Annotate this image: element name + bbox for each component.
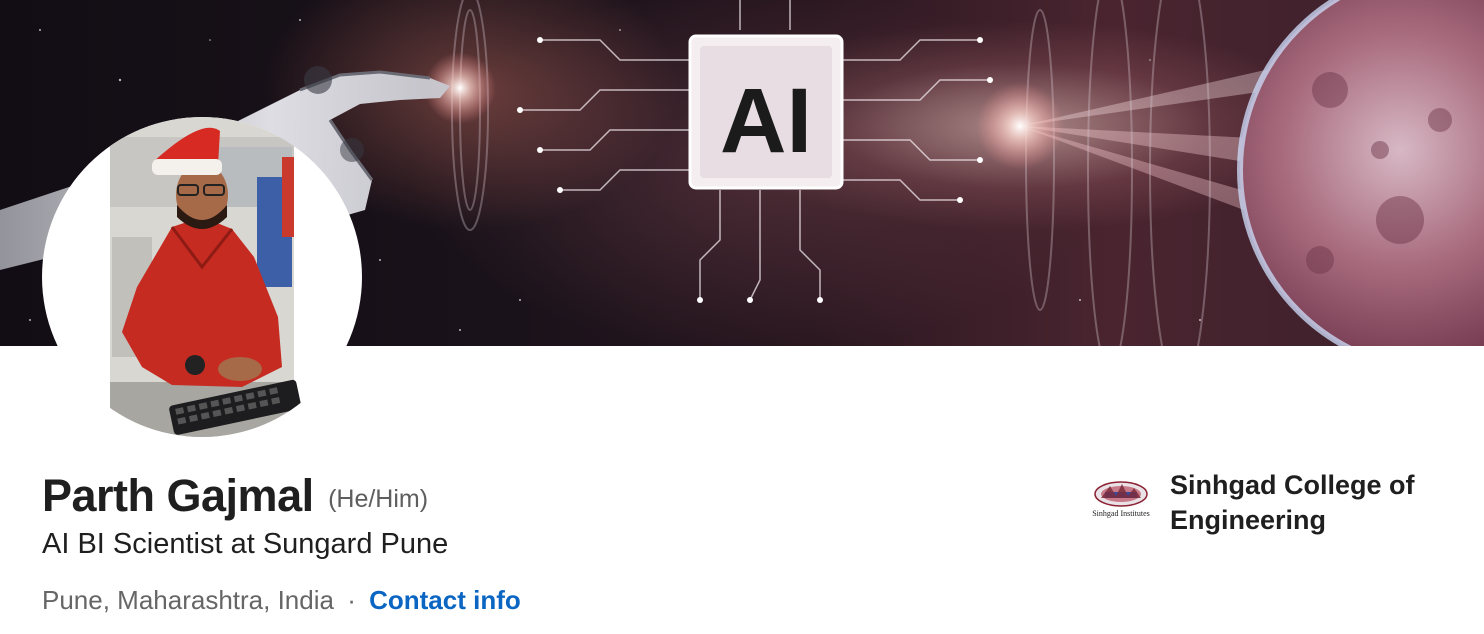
school-logo-icon: Sinhgad Institutes — [1092, 481, 1150, 518]
svg-text:AI: AI — [720, 70, 812, 172]
contact-info-link[interactable]: Contact info — [369, 585, 521, 615]
school-logo-caption: Sinhgad Institutes — [1092, 509, 1150, 518]
profile-name: Parth Gajmal — [42, 470, 314, 521]
name-row: Parth Gajmal (He/Him) — [42, 470, 428, 522]
profile-pronouns: (He/Him) — [328, 485, 429, 513]
education-entry[interactable]: Sinhgad Institutes Sinhgad College of En… — [1090, 468, 1450, 540]
profile-photo[interactable] — [42, 117, 362, 437]
profile-headline: AI BI Scientist at Sungard Pune — [42, 528, 449, 560]
separator-dot: · — [347, 585, 356, 615]
profile-photo-image — [110, 117, 302, 437]
school-name: Sinhgad College of Engineering — [1170, 470, 1415, 535]
profile-location: Pune, Maharashtra, India — [42, 585, 334, 615]
location-row: Pune, Maharashtra, India · Contact info — [42, 585, 521, 616]
